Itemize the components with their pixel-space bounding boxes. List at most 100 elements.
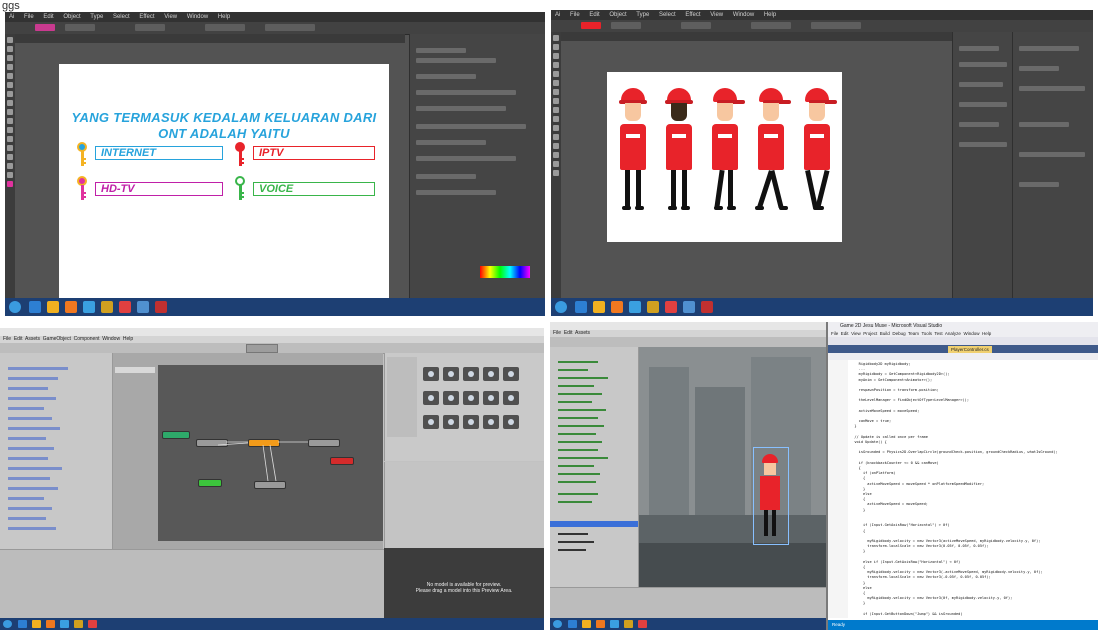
- brush-tool-icon[interactable]: [7, 91, 13, 97]
- hierarchy-row[interactable]: [558, 473, 600, 475]
- menu-item[interactable]: Edit: [43, 14, 53, 20]
- app-icon[interactable]: [629, 301, 641, 313]
- eraser-tool-icon[interactable]: [7, 109, 13, 115]
- pencil-tool-icon[interactable]: [553, 98, 559, 104]
- eraser-tool-icon[interactable]: [553, 107, 559, 113]
- folder-tree[interactable]: [387, 357, 417, 437]
- app-icon[interactable]: [83, 301, 95, 313]
- pen-tool-icon[interactable]: [553, 53, 559, 59]
- asset-tile[interactable]: [483, 391, 499, 405]
- play-controls[interactable]: [246, 344, 278, 353]
- folder-icon[interactable]: [593, 301, 605, 313]
- menu-item[interactable]: Analyze: [945, 331, 961, 336]
- app-icon[interactable]: [610, 620, 619, 628]
- hierarchy-row[interactable]: [558, 361, 598, 363]
- menu-item[interactable]: Team: [908, 331, 919, 336]
- folder-icon[interactable]: [47, 301, 59, 313]
- menu-item[interactable]: File: [24, 14, 34, 20]
- hierarchy-row[interactable]: [558, 533, 588, 535]
- selection-tool-icon[interactable]: [7, 37, 13, 43]
- menu-item[interactable]: Ai: [9, 14, 14, 20]
- stroke-control[interactable]: [65, 24, 95, 31]
- asset-tile[interactable]: [423, 367, 439, 381]
- scale-tool-icon[interactable]: [7, 127, 13, 133]
- hierarchy-row[interactable]: [558, 433, 596, 435]
- menu-item[interactable]: Effect: [685, 12, 700, 18]
- menu-item[interactable]: Ai: [555, 12, 560, 18]
- menu-item[interactable]: Help: [764, 12, 776, 18]
- brush-control[interactable]: [135, 24, 165, 31]
- fill-swatch[interactable]: [581, 22, 601, 29]
- selection-tool-icon[interactable]: [553, 35, 559, 41]
- width-tool-icon[interactable]: [553, 134, 559, 140]
- hierarchy-row[interactable]: [8, 417, 52, 420]
- animation-timeline[interactable]: [0, 549, 384, 618]
- hierarchy-row[interactable]: [558, 385, 594, 387]
- gradient-tool-icon[interactable]: [7, 145, 13, 151]
- pdf-icon[interactable]: [119, 301, 131, 313]
- menu-item[interactable]: Object: [609, 12, 626, 18]
- brush-control[interactable]: [681, 22, 711, 29]
- width-tool-icon[interactable]: [7, 136, 13, 142]
- hierarchy-row[interactable]: [8, 467, 62, 470]
- document-tabs[interactable]: [561, 32, 953, 41]
- code-line[interactable]: if (Input.GetButtonDown("Jump") && isGro…: [850, 612, 1094, 616]
- start-icon[interactable]: [9, 301, 21, 313]
- folder-icon[interactable]: [32, 620, 41, 628]
- menu-item[interactable]: File: [3, 336, 11, 342]
- folder-icon[interactable]: [582, 620, 591, 628]
- hierarchy-row[interactable]: [558, 457, 608, 459]
- hierarchy-row[interactable]: [558, 393, 602, 395]
- media-icon[interactable]: [46, 620, 55, 628]
- menu-item[interactable]: Window: [963, 331, 979, 336]
- hierarchy-row[interactable]: [8, 507, 52, 510]
- menu-item[interactable]: Help: [982, 331, 991, 336]
- asset-tile[interactable]: [463, 391, 479, 405]
- asset-tile[interactable]: [503, 415, 519, 429]
- state-graph[interactable]: [158, 365, 383, 541]
- start-icon[interactable]: [555, 301, 567, 313]
- menu-item[interactable]: View: [710, 12, 723, 18]
- ie-icon[interactable]: [18, 620, 27, 628]
- hierarchy-row[interactable]: [8, 427, 60, 430]
- asset-tile[interactable]: [443, 391, 459, 405]
- menu-item[interactable]: Test: [934, 331, 942, 336]
- fill-color-icon[interactable]: [7, 181, 13, 187]
- media-icon[interactable]: [596, 620, 605, 628]
- asset-tile[interactable]: [463, 415, 479, 429]
- hierarchy-row[interactable]: [8, 497, 44, 500]
- menu-item[interactable]: GameObject: [43, 336, 71, 342]
- start-icon[interactable]: [553, 620, 562, 628]
- eyedropper-tool-icon[interactable]: [7, 154, 13, 160]
- hierarchy-row[interactable]: [558, 369, 588, 371]
- menu-item[interactable]: Type: [636, 12, 649, 18]
- asset-tile[interactable]: [443, 415, 459, 429]
- app-icon[interactable]: [137, 301, 149, 313]
- asset-tile[interactable]: [463, 367, 479, 381]
- menu-item[interactable]: File: [553, 330, 561, 336]
- menu-item[interactable]: Select: [113, 14, 130, 20]
- scale-tool-icon[interactable]: [553, 125, 559, 131]
- menu-item[interactable]: File: [570, 12, 580, 18]
- ie-icon[interactable]: [29, 301, 41, 313]
- opacity-control[interactable]: [205, 24, 245, 31]
- asset-tile[interactable]: [503, 391, 519, 405]
- pdf-icon[interactable]: [665, 301, 677, 313]
- menu-item[interactable]: Window: [187, 14, 208, 20]
- color-spectrum[interactable]: [480, 266, 530, 278]
- illustrator-icon[interactable]: [74, 620, 83, 628]
- hierarchy-row[interactable]: [558, 409, 606, 411]
- hierarchy-row[interactable]: [8, 407, 44, 410]
- pdf-icon[interactable]: [88, 620, 97, 628]
- menu-item[interactable]: Build: [880, 331, 890, 336]
- hand-tool-icon[interactable]: [553, 161, 559, 167]
- menu-item[interactable]: Debug: [892, 331, 905, 336]
- type-tool-icon[interactable]: [553, 62, 559, 68]
- rotate-tool-icon[interactable]: [553, 116, 559, 122]
- hierarchy-row[interactable]: [558, 549, 586, 551]
- hand-tool-icon[interactable]: [7, 163, 13, 169]
- app-icon[interactable]: [701, 301, 713, 313]
- document-setup-button[interactable]: [811, 22, 861, 29]
- asset-tile[interactable]: [443, 367, 459, 381]
- hierarchy-row[interactable]: [558, 541, 594, 543]
